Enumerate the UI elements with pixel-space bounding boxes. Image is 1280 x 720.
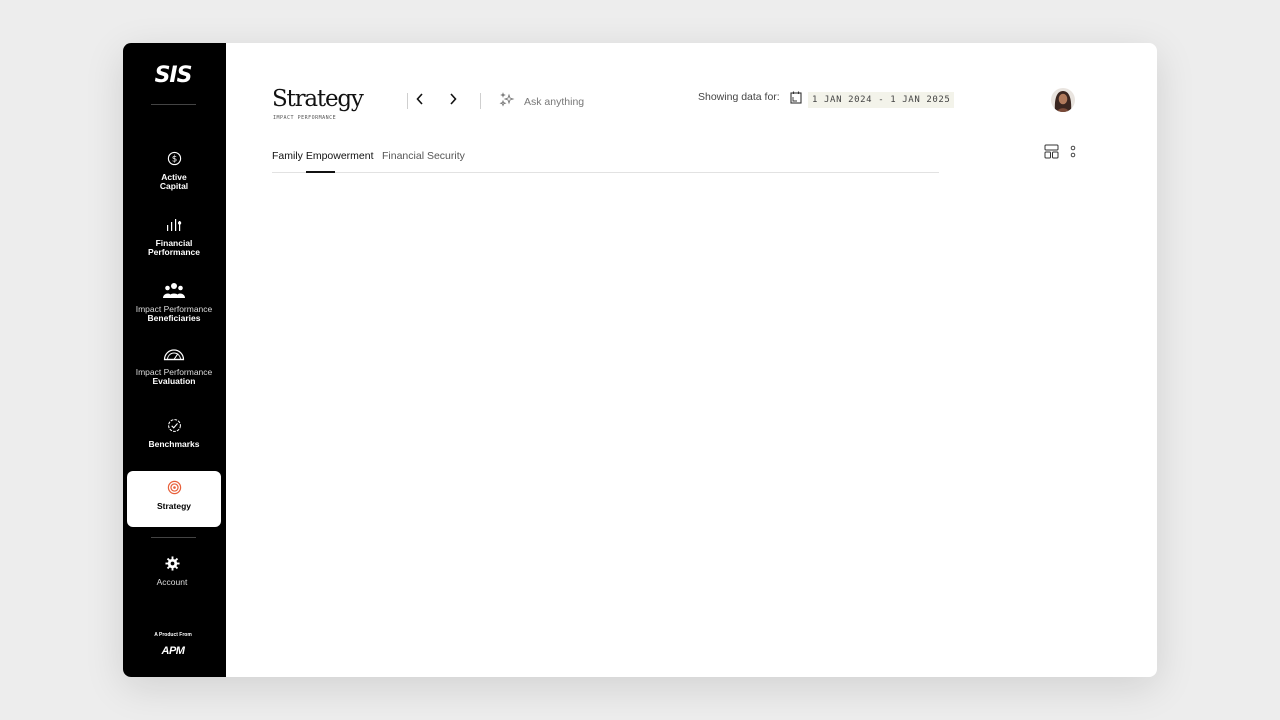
sidebar-item-line2: Evaluation xyxy=(152,376,196,386)
tab-financial-security[interactable]: Financial Security xyxy=(382,150,465,162)
layout-toggle-button[interactable] xyxy=(1044,144,1059,164)
active-tab-indicator xyxy=(306,171,335,173)
sidebar-item-beneficiaries[interactable]: Impact Performance Beneficiaries xyxy=(127,282,221,324)
gear-icon xyxy=(125,556,219,574)
sidebar-divider-bottom xyxy=(151,537,196,538)
date-range-value: 1 JAN 2024 - 1 JAN 2025 xyxy=(808,92,955,108)
sidebar-item-line1: Account xyxy=(156,576,188,587)
sidebar-item-account[interactable]: Account xyxy=(125,556,219,587)
forward-button[interactable] xyxy=(443,91,463,111)
page-subtitle: IMPACT PERFORMANCE xyxy=(273,115,337,121)
more-vertical-icon xyxy=(1070,145,1076,163)
sidebar-item-line1: Strategy xyxy=(156,500,191,511)
sis-logo: SIS xyxy=(154,63,193,88)
app-window: SIS $ Active Capital Financial Performan… xyxy=(123,43,1157,677)
sidebar-item-active-capital[interactable]: $ Active Capital xyxy=(127,151,221,192)
footer-product-label: A Product From xyxy=(154,632,192,638)
bar-chart-icon xyxy=(127,217,221,235)
check-badge-icon xyxy=(127,418,221,436)
showing-data-label: Showing data for: xyxy=(698,91,780,103)
ask-placeholder: Ask anything xyxy=(524,95,585,108)
sidebar-item-strategy[interactable]: Strategy xyxy=(127,471,221,527)
avatar[interactable] xyxy=(1051,88,1075,112)
page-title: Strategy xyxy=(272,86,364,112)
apm-logo: APM xyxy=(161,645,185,657)
divider xyxy=(407,93,408,109)
dollar-circle-icon: $ xyxy=(127,151,221,169)
date-range-picker[interactable]: 1 JAN 2024 - 1 JAN 2025 xyxy=(790,91,955,109)
sidebar-item-benchmarks[interactable]: Benchmarks xyxy=(127,418,221,449)
tab-family-empowerment[interactable]: Family Empowerment xyxy=(272,150,374,162)
tab-bar-divider xyxy=(272,172,939,173)
sidebar-item-line2: Beneficiaries xyxy=(147,313,201,323)
back-button[interactable] xyxy=(410,91,430,111)
more-options-button[interactable] xyxy=(1070,144,1076,164)
sidebar-item-line2: Performance xyxy=(148,247,200,257)
sparkles-icon xyxy=(499,92,515,111)
sidebar: SIS $ Active Capital Financial Performan… xyxy=(123,43,226,677)
sidebar-divider-top xyxy=(151,104,196,105)
chevron-left-icon xyxy=(415,92,425,110)
sidebar-item-line1: Benchmarks xyxy=(148,438,200,449)
gauge-icon xyxy=(127,347,221,364)
sidebar-item-line2: Capital xyxy=(159,181,189,191)
chevron-right-icon xyxy=(448,92,458,110)
divider xyxy=(480,93,481,109)
target-icon xyxy=(127,480,221,498)
sidebar-item-evaluation[interactable]: Impact Performance Evaluation xyxy=(127,347,221,387)
sidebar-item-financial-performance[interactable]: Financial Performance xyxy=(127,217,221,258)
ask-anything-input[interactable]: Ask anything xyxy=(499,92,584,111)
people-icon xyxy=(127,282,221,301)
calendar-icon xyxy=(790,91,802,109)
svg-text:$: $ xyxy=(171,154,176,164)
layout-grid-icon xyxy=(1044,144,1059,163)
